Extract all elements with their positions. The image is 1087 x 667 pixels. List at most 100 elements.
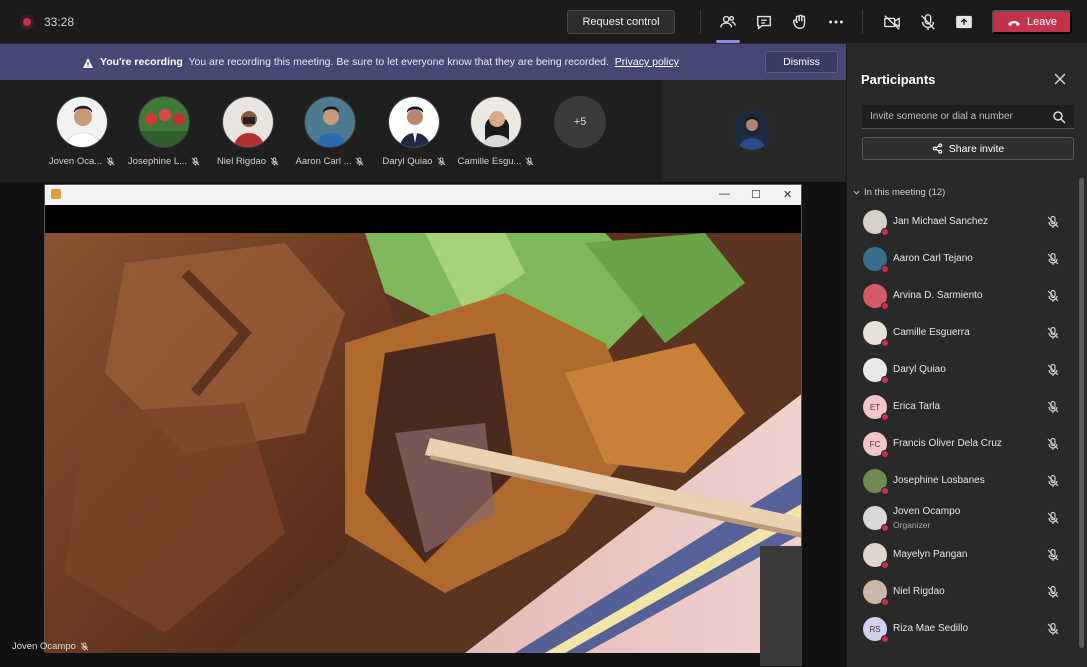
participant-name: Joven Ocampo — [893, 506, 961, 517]
status-badge — [881, 413, 889, 421]
participant-tile[interactable]: Niel Rigdao — [208, 96, 288, 176]
status-badge — [881, 302, 889, 310]
mic-muted-icon[interactable] — [1046, 289, 1060, 303]
mic-muted-icon[interactable] — [1046, 622, 1060, 636]
teams-meeting-window: 33:28 Request control Leave You're recor… — [0, 0, 1087, 667]
close-icon[interactable] — [1053, 72, 1067, 86]
participant-tile[interactable]: Aaron Carl ... — [290, 96, 370, 176]
participant-row[interactable]: Jan Michael Sanchez — [847, 204, 1077, 241]
participant-row[interactable]: RS Riza Mae Sedillo — [847, 611, 1077, 648]
avatar — [304, 96, 356, 148]
presenter-label: Joven Ocampo — [12, 641, 89, 652]
participant-name: Aaron Carl ... — [296, 156, 365, 167]
mic-muted-icon[interactable] — [1046, 326, 1060, 340]
participant-strip: Joven Oca... Josephine L... Niel Rigdao — [0, 80, 660, 182]
status-badge — [881, 598, 889, 606]
participant-name: Arvina D. Sarmiento — [893, 290, 983, 301]
in-meeting-section-header[interactable]: In this meeting (12) — [853, 187, 945, 198]
participant-row[interactable]: Arvina D. Sarmiento — [847, 278, 1077, 315]
participant-name: Francis Oliver Dela Cruz — [893, 438, 1002, 449]
status-badge — [881, 376, 889, 384]
more-actions-icon[interactable] — [826, 12, 846, 32]
status-badge — [881, 524, 889, 532]
participant-name: Daryl Quiao — [382, 156, 445, 167]
mic-muted-icon[interactable] — [1046, 585, 1060, 599]
participant-tile[interactable]: Josephine L... — [124, 96, 204, 176]
status-badge — [881, 228, 889, 236]
mic-muted-icon[interactable] — [1046, 400, 1060, 414]
share-invite-button[interactable]: Share invite — [862, 137, 1074, 160]
mic-off-icon[interactable] — [918, 12, 938, 32]
status-badge — [881, 635, 889, 643]
leave-button[interactable]: Leave — [992, 10, 1072, 34]
participant-row[interactable]: Mayelyn Pangan — [847, 537, 1077, 574]
participant-name: Daryl Quiao — [893, 364, 946, 375]
participants-icon[interactable] — [718, 12, 738, 32]
more-participants-count: +5 — [554, 96, 606, 148]
mic-muted-icon[interactable] — [1046, 252, 1060, 266]
participants-panel: Participants Share invite In this meetin… — [846, 44, 1087, 667]
chat-icon[interactable] — [754, 12, 774, 32]
hang-up-icon — [1007, 18, 1021, 26]
search-icon[interactable] — [1052, 110, 1066, 124]
share-screen-icon[interactable] — [954, 12, 974, 32]
mic-muted-icon — [270, 157, 279, 166]
mic-muted-icon — [526, 157, 534, 166]
reactions-icon[interactable] — [790, 12, 810, 32]
dismiss-button[interactable]: Dismiss — [765, 51, 838, 73]
presenter-pip — [760, 546, 802, 666]
participant-name: Mayelyn Pangan — [893, 549, 968, 560]
mic-muted-icon[interactable] — [1046, 437, 1060, 451]
status-badge — [881, 561, 889, 569]
participant-row[interactable]: Daryl Quiao — [847, 352, 1077, 389]
leave-label: Leave — [1027, 16, 1057, 28]
warning-icon — [82, 56, 94, 68]
recording-message: You're recording You are recording this … — [100, 56, 679, 68]
participant-row[interactable]: Joven Ocampo Organizer — [847, 500, 1077, 537]
shared-window-titlebar: — ☐ ✕ — [45, 185, 801, 205]
participant-name: Camille Esgu... — [458, 156, 535, 167]
status-badge — [881, 487, 889, 495]
mic-muted-icon[interactable] — [1046, 474, 1060, 488]
share-icon — [932, 143, 942, 154]
participant-role: Organizer — [893, 520, 931, 530]
minimize-icon: — — [719, 188, 730, 200]
chevron-down-icon — [853, 190, 860, 195]
participant-name: Josephine Losbanes — [893, 475, 985, 486]
camera-off-icon[interactable] — [882, 12, 902, 32]
participant-tile[interactable]: Camille Esgu... — [456, 96, 536, 176]
participant-row[interactable]: ET Erica Tarla — [847, 389, 1077, 426]
participant-row[interactable]: Josephine Losbanes — [847, 463, 1077, 500]
participant-name: Erica Tarla — [893, 401, 941, 412]
participant-row[interactable]: FC Francis Oliver Dela Cruz — [847, 426, 1077, 463]
participant-name: Riza Mae Sedillo — [893, 623, 969, 634]
panel-title: Participants — [861, 72, 936, 87]
mic-muted-icon[interactable] — [1046, 215, 1060, 229]
meeting-toolbar: 33:28 Request control Leave — [0, 0, 1087, 44]
recording-indicator-icon — [20, 15, 34, 29]
mic-muted-icon[interactable] — [1046, 548, 1060, 562]
mic-muted-icon — [106, 157, 115, 166]
avatar — [56, 96, 108, 148]
panel-scrollbar[interactable] — [1079, 178, 1084, 648]
participant-row[interactable]: Aaron Carl Tejano — [847, 241, 1077, 278]
participant-row[interactable]: Niel Rigdao — [847, 574, 1077, 611]
invite-input[interactable] — [862, 105, 1074, 129]
participant-name: Camille Esguerra — [893, 327, 970, 338]
participant-name: Aaron Carl Tejano — [893, 253, 973, 264]
mic-muted-icon[interactable] — [1046, 363, 1060, 377]
shared-window: — ☐ ✕ — [44, 184, 802, 653]
participant-name: Niel Rigdao — [893, 586, 945, 597]
close-icon: ✕ — [783, 189, 793, 201]
mic-muted-icon[interactable] — [1046, 511, 1060, 525]
self-video-tile — [662, 80, 846, 182]
mic-muted-icon — [80, 642, 89, 651]
participant-row[interactable]: Camille Esguerra — [847, 315, 1077, 352]
participant-tile[interactable]: Joven Oca... — [42, 96, 122, 176]
status-badge — [881, 339, 889, 347]
mic-muted-icon — [356, 157, 364, 166]
privacy-policy-link[interactable]: Privacy policy — [615, 56, 679, 68]
participant-tile[interactable]: Daryl Quiao — [374, 96, 454, 176]
more-participants-tile[interactable]: +5 — [540, 96, 620, 176]
request-control-button[interactable]: Request control — [567, 10, 675, 34]
